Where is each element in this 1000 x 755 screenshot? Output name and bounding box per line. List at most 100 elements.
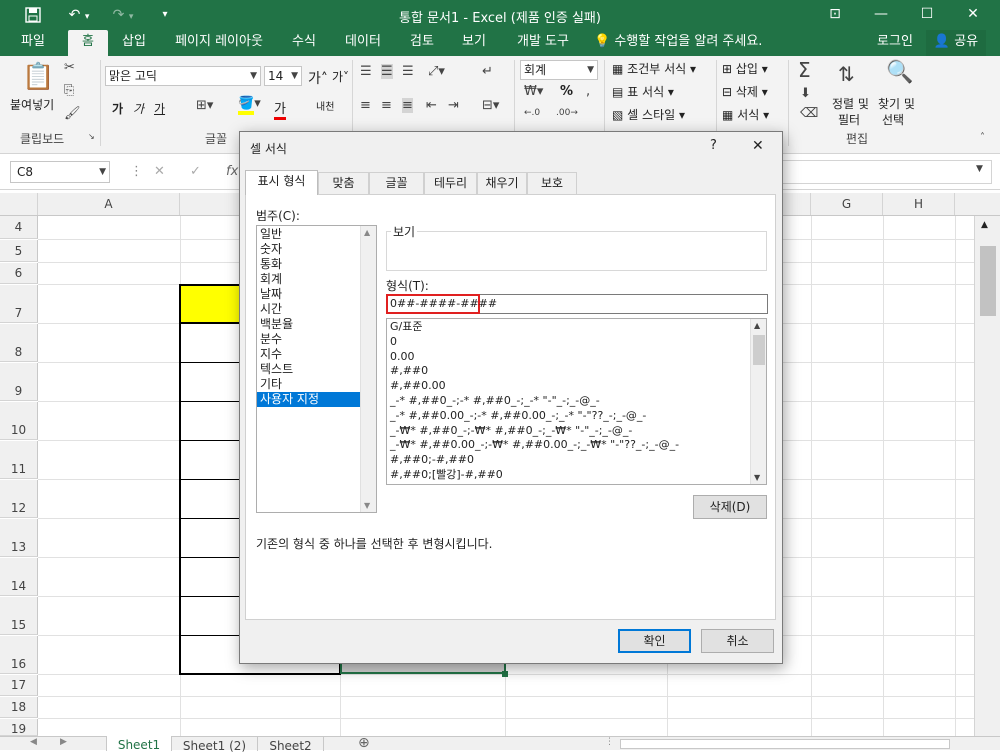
row-header-12[interactable]: 12	[0, 480, 38, 518]
category-item[interactable]: 사용자 지정	[257, 392, 376, 407]
percent-button[interactable]: %	[560, 84, 573, 99]
tab-developer[interactable]: 개발 도구	[508, 30, 578, 56]
merge-center-icon[interactable]: ⊟▾	[482, 98, 499, 113]
tab-protection[interactable]: 보호	[527, 172, 577, 194]
tab-view[interactable]: 보기	[454, 30, 494, 56]
align-bottom-icon[interactable]: ☰	[402, 64, 414, 79]
tab-review[interactable]: 검토	[400, 30, 444, 56]
fill-color-icon[interactable]: 🪣▾	[238, 96, 261, 115]
italic-button[interactable]: 가	[133, 100, 144, 117]
add-sheet-icon[interactable]: ⊕	[358, 735, 370, 751]
format-item[interactable]: _-* #,##0.00_-;-* #,##0.00_-;_-* "-"??_-…	[387, 409, 747, 424]
ribbon-display-icon[interactable]: ⊡	[812, 0, 858, 30]
number-format-combo[interactable]: 회계 ▼	[520, 60, 598, 80]
scroll-down-icon[interactable]: ▼	[364, 501, 370, 510]
column-header-f[interactable]	[783, 193, 811, 215]
help-button[interactable]: ?	[710, 138, 717, 153]
increase-decimal-icon[interactable]: ←.0	[524, 108, 540, 118]
column-header-a[interactable]: A	[38, 193, 180, 215]
row-header-9[interactable]: 9	[0, 363, 38, 401]
row-header-17[interactable]: 17	[0, 675, 38, 696]
format-table-button[interactable]: ▤ 표 서식 ▾	[612, 83, 674, 100]
category-item[interactable]: 백분율	[257, 317, 376, 332]
maximize-icon[interactable]: ☐	[904, 0, 950, 30]
insert-cells-button[interactable]: ⊞ 삽입 ▾	[722, 60, 768, 77]
wrap-text-icon[interactable]: ↵	[482, 64, 493, 79]
format-item[interactable]: 0.00	[387, 350, 747, 365]
row-header-7[interactable]: 7	[0, 285, 38, 323]
minimize-icon[interactable]: —	[858, 0, 904, 30]
clear-icon[interactable]: ⌫	[800, 106, 818, 121]
tab-font[interactable]: 글꼴	[369, 172, 424, 194]
delete-cells-button[interactable]: ⊟ 삭제 ▾	[722, 83, 768, 100]
tab-data[interactable]: 데이터	[338, 30, 388, 56]
format-item[interactable]: _-₩* #,##0.00_-;-₩* #,##0.00_-;_-₩* "-"?…	[387, 438, 747, 453]
font-size-combo[interactable]: 14 ▼	[264, 66, 302, 86]
format-item[interactable]: _-₩* #,##0_-;-₩* #,##0_-;_-₩* "-"_-;_-@_…	[387, 424, 747, 439]
sheet-nav-right-icon[interactable]: ▶	[60, 737, 67, 747]
category-item[interactable]: 텍스트	[257, 362, 376, 377]
find-select-icon[interactable]: 🔍	[886, 60, 913, 85]
align-right-icon[interactable]: ≡	[402, 98, 413, 113]
underline-button[interactable]: 가	[154, 100, 165, 117]
format-cells-button[interactable]: ▦ 서식 ▾	[722, 106, 769, 123]
format-item[interactable]: #,##0;[빨강]-#,##0	[387, 468, 747, 483]
horizontal-scrollbar[interactable]	[620, 739, 950, 749]
category-item[interactable]: 날짜	[257, 287, 376, 302]
row-header-19[interactable]: 19	[0, 719, 38, 736]
orientation-icon[interactable]: ⤢▾	[428, 64, 445, 79]
close-icon[interactable]: ✕	[950, 0, 996, 30]
autosum-icon[interactable]: Σ	[798, 58, 811, 82]
sort-filter-button[interactable]: 정렬 및	[832, 95, 869, 112]
borders-icon[interactable]: ⊞▾	[196, 98, 213, 113]
row-header-14[interactable]: 14	[0, 558, 38, 596]
grow-font-icon[interactable]: 가˄	[308, 68, 328, 88]
category-item[interactable]: 회계	[257, 272, 376, 287]
row-header-10[interactable]: 10	[0, 402, 38, 440]
name-box[interactable]: C8 ▼	[10, 161, 110, 183]
align-left-icon[interactable]: ≡	[360, 98, 371, 113]
row-header-18[interactable]: 18	[0, 697, 38, 718]
format-item[interactable]: #,##0	[387, 364, 747, 379]
column-header-g[interactable]: G	[811, 193, 883, 215]
tab-page-layout[interactable]: 페이지 레이아웃	[166, 30, 272, 56]
font-color-button[interactable]: 가	[274, 98, 286, 120]
find-select-button-line2[interactable]: 선택	[882, 111, 904, 128]
decrease-decimal-icon[interactable]: .00→	[556, 108, 578, 118]
format-item[interactable]: 0	[387, 335, 747, 350]
scroll-thumb[interactable]	[980, 246, 996, 316]
scroll-down-icon[interactable]: ▼	[754, 473, 760, 482]
tab-alignment[interactable]: 맞춤	[318, 172, 369, 194]
phonetic-button[interactable]: 내천	[316, 98, 334, 113]
format-item[interactable]: G/표준	[387, 320, 747, 335]
dialog-close-button[interactable]: ✕	[752, 138, 764, 154]
tab-file[interactable]: 파일	[10, 30, 56, 56]
enter-formula-icon[interactable]: ✓	[190, 164, 201, 179]
select-all-corner[interactable]	[0, 193, 38, 215]
find-select-button[interactable]: 찾기 및	[878, 95, 915, 112]
delete-format-button[interactable]: 삭제(D)	[693, 495, 767, 519]
collapse-ribbon-icon[interactable]: ˄	[980, 132, 985, 143]
category-item[interactable]: 시간	[257, 302, 376, 317]
paste-icon[interactable]: 📋	[22, 62, 54, 92]
sheet-tab-sheet1[interactable]: Sheet1	[106, 736, 172, 752]
row-header-5[interactable]: 5	[0, 240, 38, 262]
tab-insert[interactable]: 삽입	[114, 30, 154, 56]
format-item[interactable]: _-* #,##0_-;-* #,##0_-;_-* "-"_-;_-@_-	[387, 394, 747, 409]
scroll-up-icon[interactable]: ▲	[981, 220, 988, 230]
category-item[interactable]: 분수	[257, 332, 376, 347]
scroll-up-icon[interactable]: ▲	[364, 228, 370, 237]
format-painter-icon[interactable]: 🖌	[64, 106, 81, 121]
tab-home[interactable]: 홈	[68, 30, 108, 56]
clipboard-launcher-icon[interactable]: ↘	[88, 132, 95, 141]
conditional-format-button[interactable]: ▦ 조건부 서식 ▾	[612, 60, 696, 77]
signin-link[interactable]: 로그인	[872, 30, 918, 56]
row-header-6[interactable]: 6	[0, 263, 38, 284]
comma-icon[interactable]: ,	[586, 84, 590, 99]
tell-me-box[interactable]: 💡 수행할 작업을 알려 주세요.	[594, 30, 774, 56]
cell-styles-button[interactable]: ▧ 셀 스타일 ▾	[612, 106, 685, 123]
share-button[interactable]: 👤 공유	[926, 30, 986, 56]
row-header-11[interactable]: 11	[0, 441, 38, 479]
scroll-up-icon[interactable]: ▲	[754, 321, 760, 330]
category-item[interactable]: 지수	[257, 347, 376, 362]
